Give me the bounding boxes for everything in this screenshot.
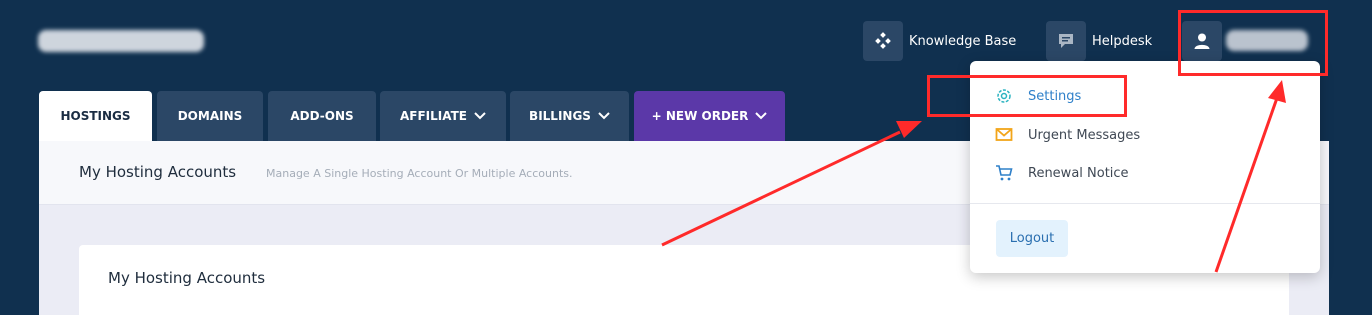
user-icon <box>1194 33 1210 49</box>
menu-item-settings[interactable]: Settings <box>994 84 1081 108</box>
tab-hostings-label: HOSTINGS <box>60 109 131 123</box>
menu-item-urgent-messages[interactable]: Urgent Messages <box>994 123 1140 147</box>
username-redacted <box>1226 30 1308 51</box>
knowledge-base-label: Knowledge Base <box>909 33 1017 49</box>
cart-icon <box>994 163 1014 183</box>
tab-hostings[interactable]: HOSTINGS <box>39 91 152 141</box>
arrowhead-to-settings <box>896 121 922 138</box>
menu-item-renewal-notice[interactable]: Renewal Notice <box>994 161 1129 185</box>
knowledge-base-link[interactable]: Knowledge Base <box>863 21 1016 61</box>
page-subtitle: Manage A Single Hosting Account Or Multi… <box>266 167 573 180</box>
tab-add-ons[interactable]: ADD-ONS <box>268 91 376 141</box>
chevron-down-icon <box>598 112 610 120</box>
logout-button[interactable]: Logout <box>996 220 1068 257</box>
menu-item-renewal-label: Renewal Notice <box>1028 165 1129 181</box>
tab-affiliate-label: AFFILIATE <box>400 109 467 123</box>
helpdesk-icon <box>1046 21 1086 61</box>
chevron-down-icon <box>755 112 768 120</box>
user-dropdown-menu: Settings Urgent Messages Renewal Notice … <box>970 61 1320 273</box>
card-title: My Hosting Accounts <box>108 269 266 287</box>
tab-add-ons-label: ADD-ONS <box>290 109 354 123</box>
tab-domains-label: DOMAINS <box>177 109 243 123</box>
tab-billings[interactable]: BILLINGS <box>510 91 629 141</box>
tab-affiliate[interactable]: AFFILIATE <box>380 91 506 141</box>
menu-item-urgent-label: Urgent Messages <box>1028 127 1141 143</box>
tab-domains[interactable]: DOMAINS <box>157 91 263 141</box>
user-menu-button[interactable] <box>1182 21 1222 61</box>
logo-redacted <box>38 30 204 52</box>
menu-divider <box>970 203 1320 204</box>
chevron-down-icon <box>474 112 486 120</box>
tab-billings-label: BILLINGS <box>529 109 591 123</box>
menu-item-settings-label: Settings <box>1028 88 1082 104</box>
tab-new-order-label: + NEW ORDER <box>651 109 749 123</box>
envelope-icon <box>994 125 1014 145</box>
gear-icon <box>994 86 1014 106</box>
helpdesk-link[interactable]: Helpdesk <box>1046 21 1152 61</box>
knowledge-base-icon <box>863 21 903 61</box>
tab-new-order[interactable]: + NEW ORDER <box>634 91 785 141</box>
page-title: My Hosting Accounts <box>79 163 237 181</box>
helpdesk-label: Helpdesk <box>1092 33 1153 49</box>
